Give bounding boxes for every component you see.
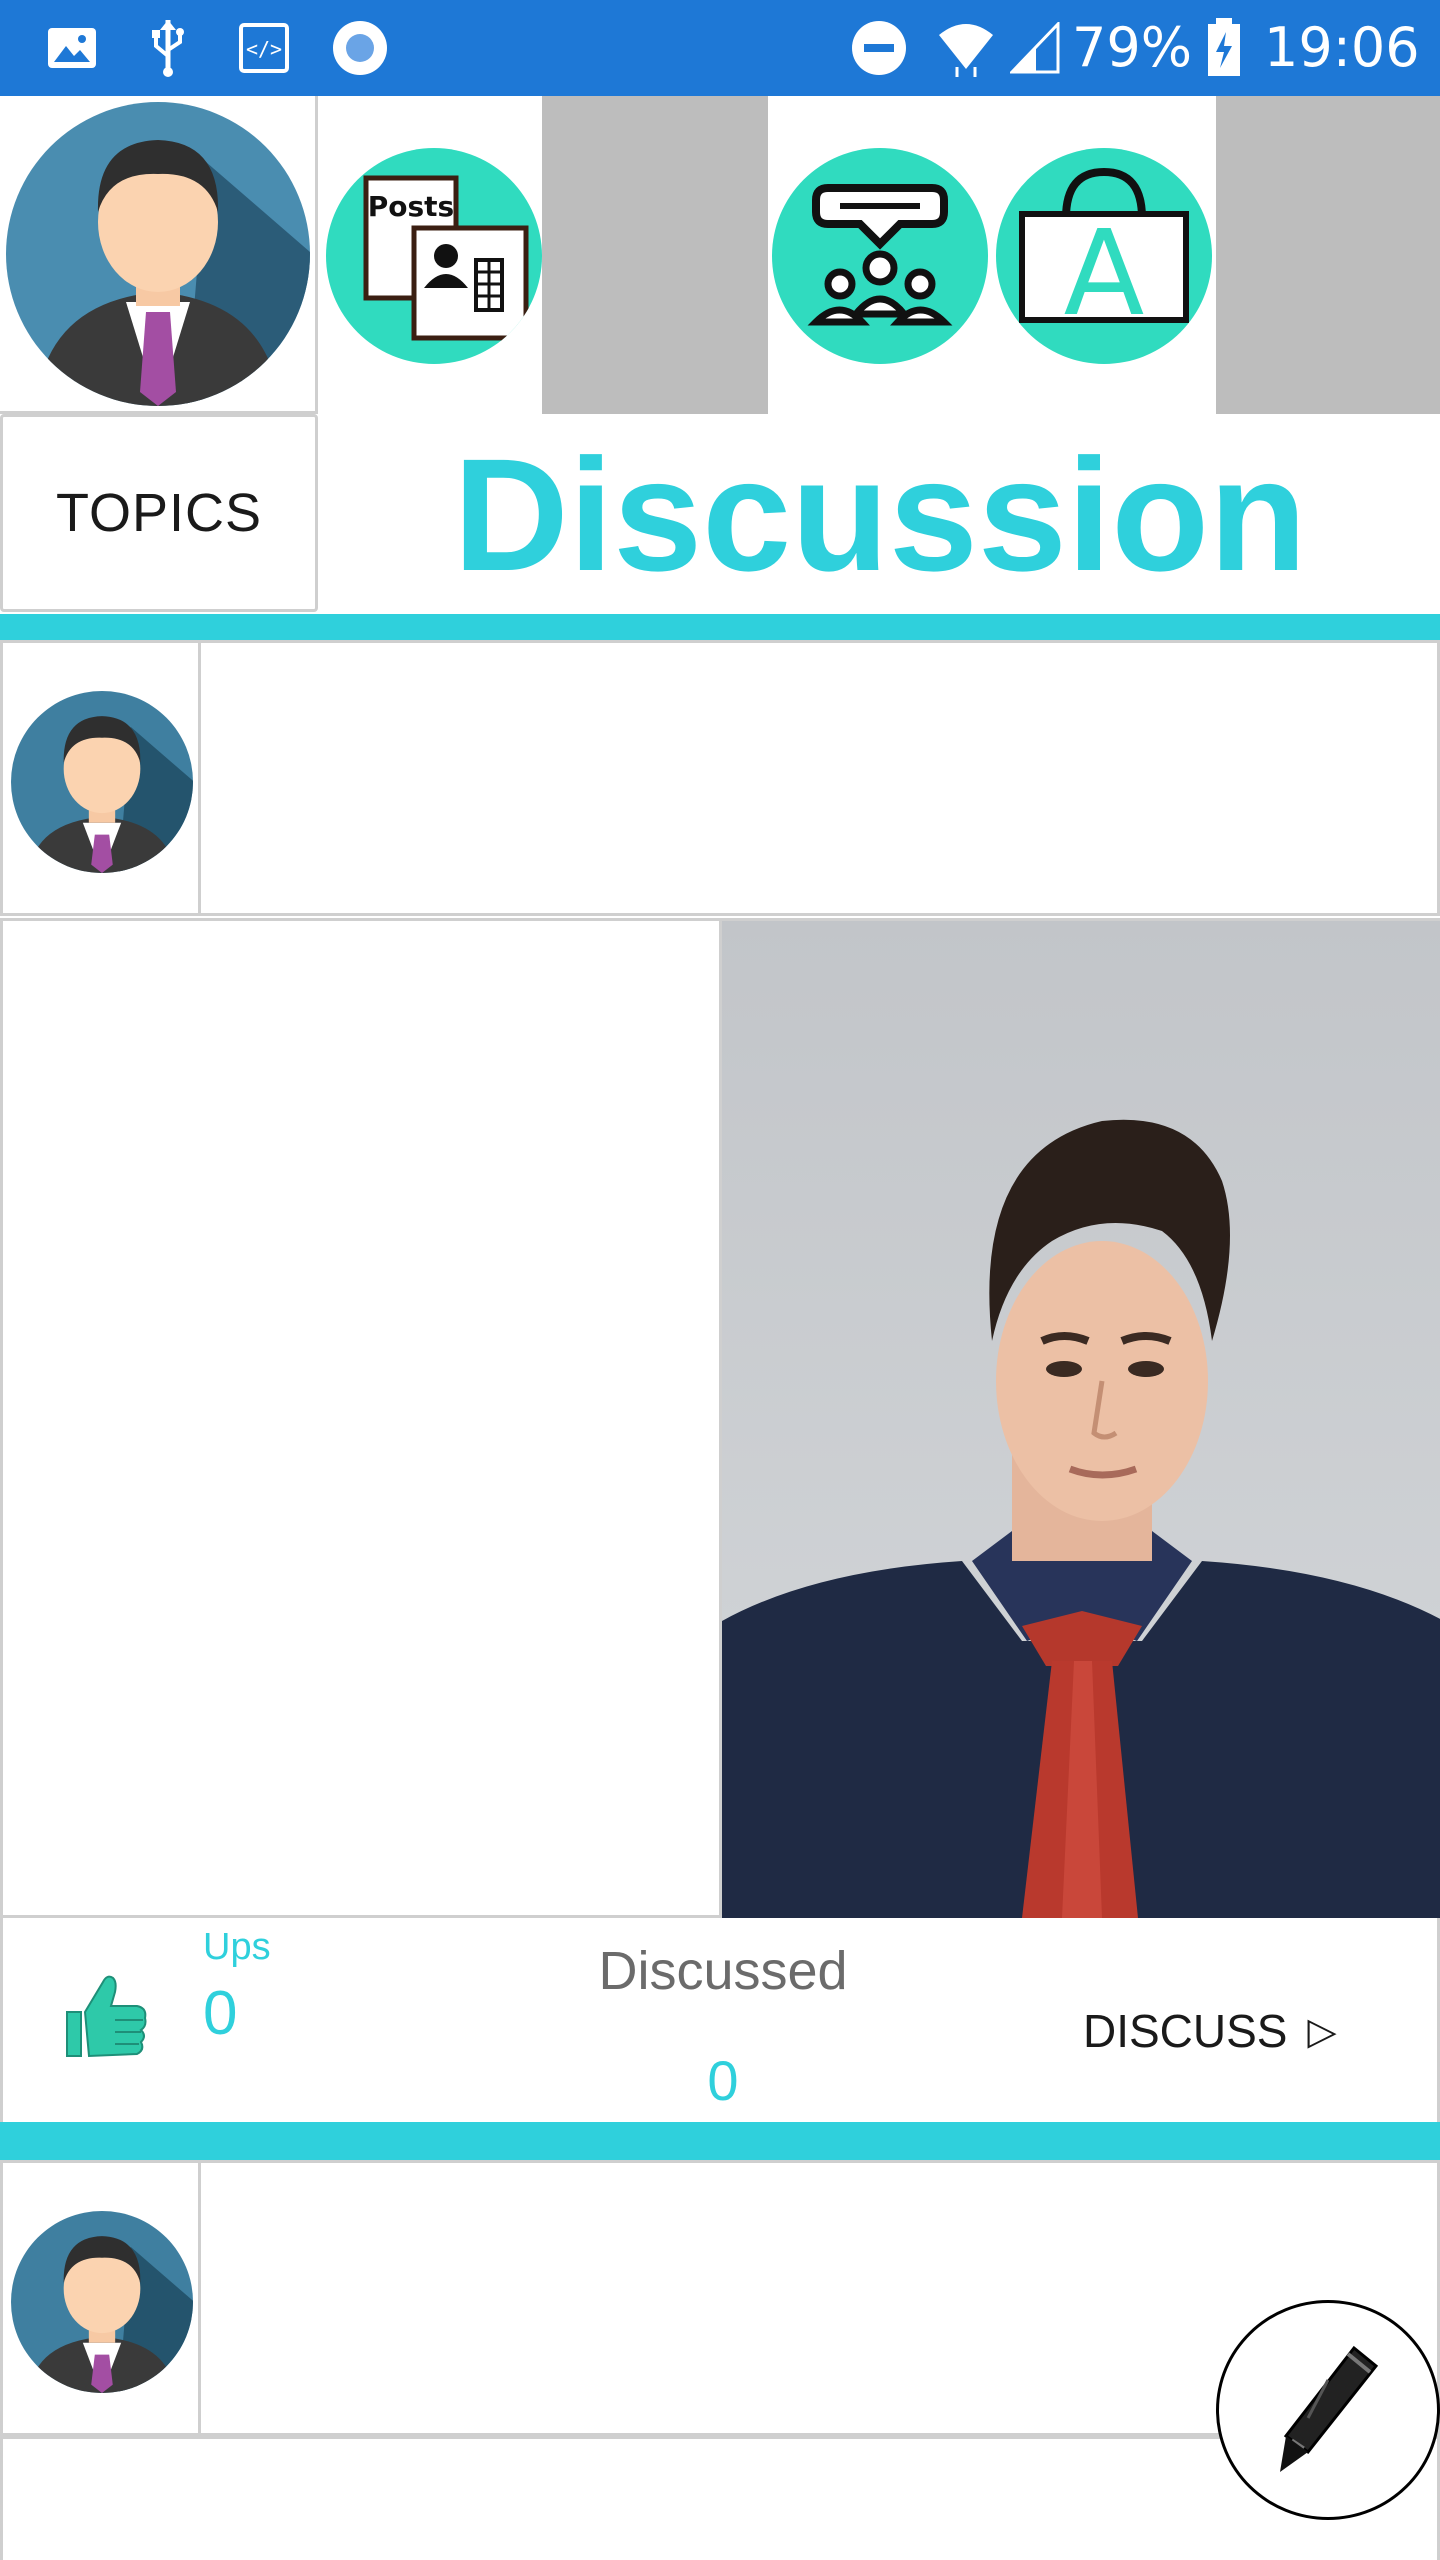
signal-icon [1006,18,1064,78]
wifi-icon [934,18,998,78]
nav-placeholder-tile [1216,96,1440,414]
author-avatar-cell[interactable] [3,2163,201,2433]
usb-icon [140,18,196,78]
group-chat-icon [807,184,953,326]
thumbs-up-icon [66,1975,147,2058]
post-author-row [0,640,1440,916]
record-icon [330,18,390,78]
ups-count: 0 [203,1979,238,2048]
learning-board-icon: A [1019,167,1189,342]
section-divider [0,614,1440,640]
battery-charging-icon [1204,18,1244,78]
developer-mode-icon: </> [236,18,292,78]
topics-button[interactable]: TOPICS [0,414,318,612]
nav-placeholder-tile [542,96,768,414]
author-avatar[interactable] [11,2211,193,2393]
do-not-disturb-icon [848,18,910,78]
pencil-icon [1280,2345,1379,2472]
author-avatar-cell[interactable] [3,643,201,913]
post-actions-row: Ups 0 Discussed 0 DISCUSS ▷ [0,1918,1440,2122]
post-photo[interactable] [719,921,1440,1918]
discussed-count: 0 [707,2049,739,2112]
status-bar: </> 79% 19:06 [0,0,1440,96]
page-title: Discussion [453,425,1307,604]
posts-nav-button[interactable]: Posts [326,148,542,364]
play-arrow-icon: ▷ [1307,2010,1337,2053]
post-body [0,918,1440,1918]
group-chat-nav-button[interactable] [772,148,988,364]
profile-avatar-cell[interactable] [0,96,318,414]
posts-icon-text: Posts [368,190,454,223]
board-icon-text: A [1064,204,1145,342]
posts-icon: Posts [363,175,529,341]
post-divider [0,2122,1440,2160]
learning-board-nav-button[interactable]: A [996,148,1212,364]
upvote-button[interactable] [59,1968,149,2064]
compose-button[interactable] [1216,2300,1440,2520]
profile-avatar[interactable] [6,102,310,406]
topics-label: TOPICS [55,483,263,543]
discuss-label: DISCUSS [1083,2005,1288,2057]
post-body [0,2436,1440,2560]
author-avatar[interactable] [11,691,193,873]
gallery-icon [44,18,100,78]
portrait-image [722,921,1440,1918]
clock: 19:06 [1264,16,1420,79]
discussed-label: Discussed [598,1941,848,2001]
discuss-button[interactable]: DISCUSS ▷ [1083,1996,1337,2066]
svg-text:</>: </> [246,37,282,61]
battery-percent: 79% [1072,16,1193,79]
ups-label: Ups [203,1926,271,1968]
